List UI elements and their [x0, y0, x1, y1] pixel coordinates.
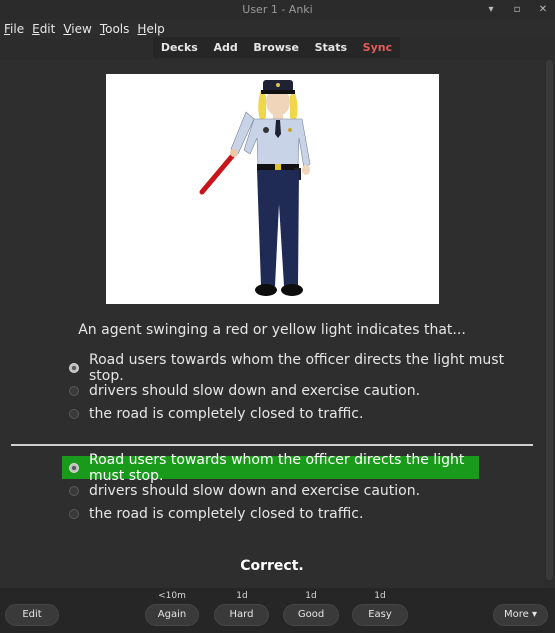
toolbar-stats[interactable]: Stats [309, 41, 353, 54]
hard-interval: 1d [236, 591, 248, 601]
menu-view[interactable]: View [63, 20, 91, 38]
answer-options: Road users towards whom the officer dire… [62, 452, 532, 525]
card-image [106, 74, 439, 304]
edit-button[interactable]: Edit [5, 604, 59, 626]
menu-tools[interactable]: Tools [100, 20, 130, 38]
minimize-icon[interactable]: ▾ [485, 0, 497, 19]
hard-button[interactable]: Hard [214, 604, 269, 626]
menu-edit[interactable]: Edit [32, 20, 55, 38]
radio-icon [69, 485, 79, 496]
window-controls: ▾ ▫ ✕ [485, 0, 549, 19]
good-button[interactable]: Good [283, 604, 339, 626]
easy-button[interactable]: Easy [352, 604, 408, 626]
answer-bar: Edit <10m Again 1d Hard 1d Good 1d Easy … [0, 588, 555, 633]
front-option[interactable]: Road users towards whom the officer dire… [66, 352, 536, 384]
radio-selected-icon [69, 462, 79, 473]
more-button[interactable]: More ▾ [493, 604, 548, 626]
good-interval: 1d [305, 591, 317, 601]
result-text: Correct. [240, 558, 304, 574]
window-titlebar: User 1 - Anki ▾ ▫ ✕ [0, 0, 555, 19]
again-button[interactable]: Again [145, 604, 199, 626]
menu-help[interactable]: Help [137, 20, 164, 38]
question-text: An agent swinging a red or yellow light … [78, 322, 466, 338]
close-icon[interactable]: ✕ [537, 0, 549, 19]
radio-icon[interactable] [69, 385, 79, 396]
police-officer-illustration [199, 80, 311, 296]
answer-option: the road is completely closed to traffic… [62, 502, 532, 525]
review-scrollbar[interactable] [545, 60, 555, 588]
maximize-icon[interactable]: ▫ [511, 0, 523, 19]
front-options: Road users towards whom the officer dire… [66, 352, 536, 425]
easy-interval: 1d [374, 591, 386, 601]
answer-divider [11, 444, 533, 446]
radio-icon [69, 508, 79, 519]
menu-bar: File Edit View Tools Help [0, 20, 555, 38]
answer-option-correct: Road users towards whom the officer dire… [62, 452, 479, 484]
main-toolbar: Decks Add Browse Stats Sync [153, 37, 400, 58]
again-interval: <10m [158, 591, 186, 601]
scroll-thumb[interactable] [546, 60, 553, 580]
radio-selected-icon[interactable] [69, 362, 79, 373]
toolbar-add[interactable]: Add [207, 41, 243, 54]
window-title: User 1 - Anki [242, 3, 313, 16]
radio-icon[interactable] [69, 408, 79, 419]
toolbar-browse[interactable]: Browse [247, 41, 305, 54]
toolbar-decks[interactable]: Decks [155, 41, 204, 54]
front-option[interactable]: the road is completely closed to traffic… [66, 402, 536, 425]
menu-file[interactable]: File [4, 20, 24, 38]
toolbar-sync[interactable]: Sync [357, 41, 398, 54]
